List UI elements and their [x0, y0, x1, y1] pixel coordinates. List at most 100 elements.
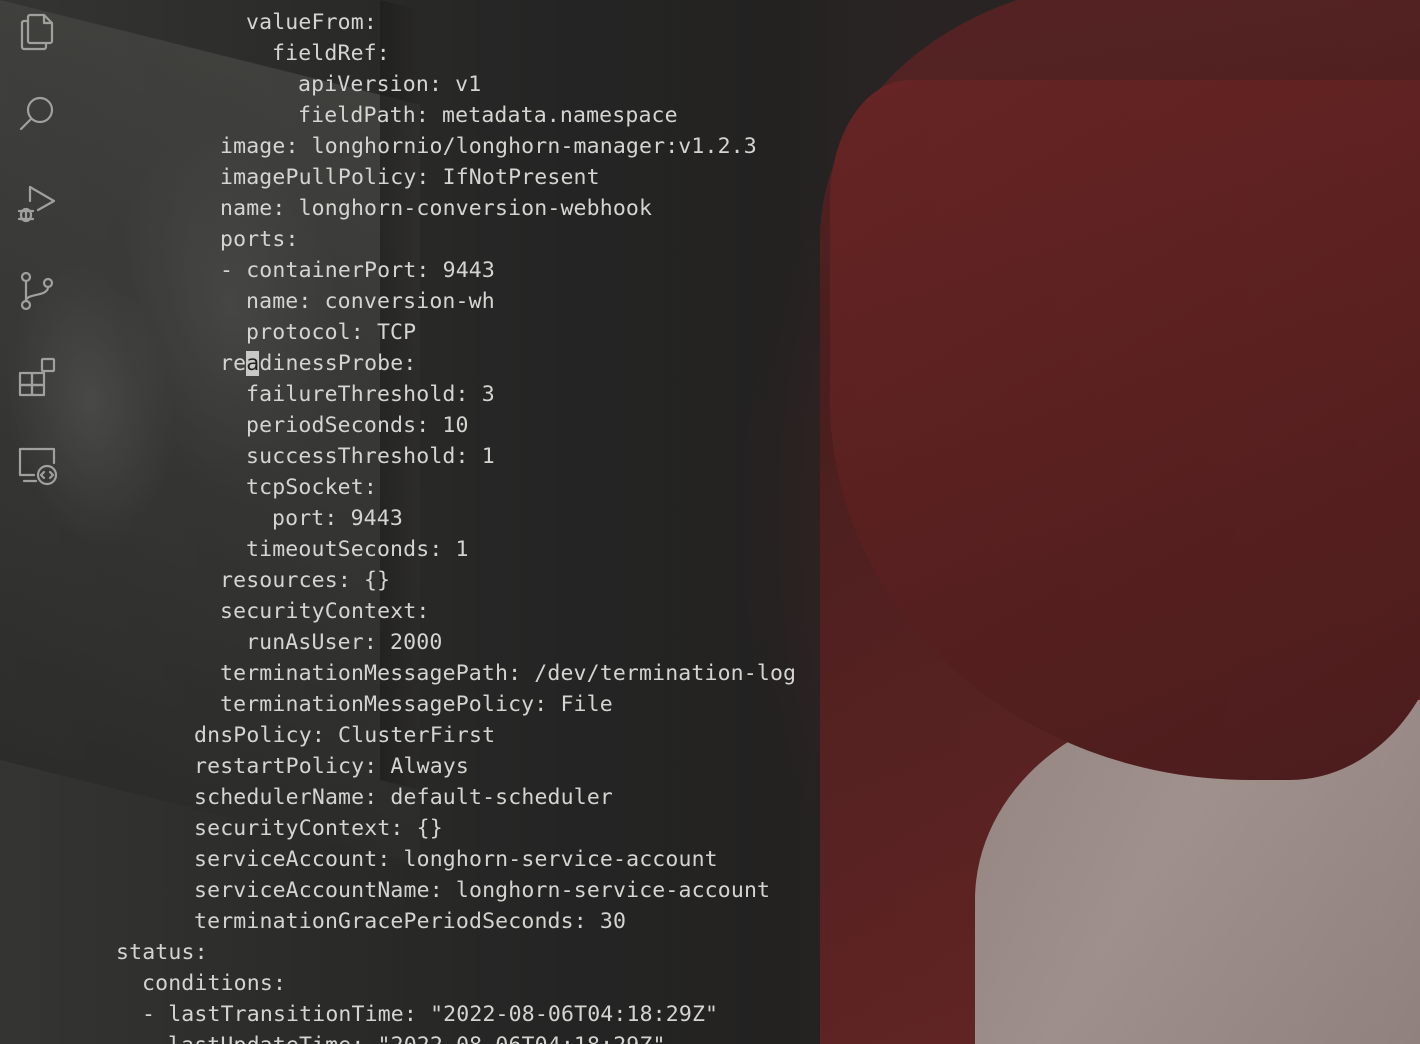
vscode-window: valueFrom: fieldRef: apiVersion: v1 fieldPa… — [0, 0, 1420, 1044]
code-line[interactable]: - lastTransitionTime: "2022-08-06T04:18:… — [142, 999, 718, 1030]
code-line[interactable]: runAsUser: 2000 — [246, 627, 442, 658]
yaml-value: ClusterFirst — [324, 723, 496, 748]
yaml-key: runAsUser: — [246, 630, 377, 655]
activity-search[interactable] — [0, 84, 74, 144]
yaml-key-part: dinessProbe: — [259, 351, 417, 376]
code-line[interactable]: restartPolicy: Always — [194, 751, 469, 782]
yaml-key: ports: — [220, 227, 299, 252]
yaml-value: metadata.namespace — [428, 103, 678, 128]
code-line[interactable]: port: 9443 — [272, 503, 403, 534]
code-line[interactable]: terminationMessagePolicy: File — [220, 689, 613, 720]
code-line[interactable]: terminationMessagePath: /dev/termination… — [220, 658, 796, 689]
yaml-value: IfNotPresent — [429, 165, 600, 190]
yaml-value: longhornio/longhorn-manager:v1.2.3 — [298, 134, 757, 159]
yaml-value: "2022-08-06T04:18:29Z" — [416, 1002, 719, 1027]
code-line[interactable]: periodSeconds: 10 — [246, 410, 469, 441]
activity-source-control[interactable] — [0, 260, 74, 320]
yaml-value: longhorn-service-account — [390, 847, 718, 872]
yaml-key: apiVersion: — [298, 72, 443, 97]
code-line[interactable]: name: conversion-wh — [246, 286, 495, 317]
yaml-key: restartPolicy: — [194, 754, 378, 779]
yaml-key: schedulerName: — [194, 785, 378, 810]
yaml-key: terminationMessagePolicy: — [220, 692, 548, 717]
code-line[interactable]: securityContext: {} — [194, 813, 443, 844]
code-line[interactable]: serviceAccount: longhorn-service-account — [194, 844, 718, 875]
activity-remote-explorer[interactable] — [0, 434, 74, 494]
yaml-value: default-scheduler — [377, 785, 614, 810]
yaml-key: terminationMessagePath: — [220, 661, 522, 686]
code-line[interactable]: dnsPolicy: ClusterFirst — [194, 720, 495, 751]
code-line[interactable]: schedulerName: default-scheduler — [194, 782, 613, 813]
yaml-value: TCP — [363, 320, 417, 345]
code-line[interactable]: imagePullPolicy: IfNotPresent — [220, 162, 600, 193]
text-cursor: a — [246, 351, 260, 376]
activity-explorer[interactable] — [0, 0, 74, 60]
code-line[interactable]: timeoutSeconds: 1 — [246, 534, 469, 565]
yaml-key: port: — [272, 506, 338, 531]
yaml-key: serviceAccount: — [194, 847, 391, 872]
yaml-value: {} — [350, 568, 391, 593]
remote-explorer-icon — [18, 447, 58, 486]
yaml-key: securityContext: — [194, 816, 404, 841]
yaml-key: fieldRef: — [272, 41, 390, 66]
yaml-value: 1 — [468, 444, 495, 469]
code-line[interactable]: serviceAccountName: longhorn-service-acc… — [194, 875, 770, 906]
activity-extensions[interactable] — [0, 346, 74, 406]
code-line[interactable]: - containerPort: 9443 — [220, 255, 495, 286]
yaml-value: 30 — [586, 909, 627, 934]
search-icon — [19, 96, 54, 131]
yaml-key: terminationGracePeriodSeconds: — [194, 909, 587, 934]
yaml-value: 3 — [468, 382, 495, 407]
yaml-value: 10 — [429, 413, 469, 438]
yaml-value: 9443 — [337, 506, 403, 531]
yaml-key: periodSeconds: — [246, 413, 430, 438]
yaml-key-part: re — [220, 351, 247, 376]
yaml-value: 1 — [442, 537, 469, 562]
code-line[interactable]: valueFrom: — [246, 7, 377, 38]
yaml-key: serviceAccountName: — [194, 878, 443, 903]
yaml-value: /dev/termination-log — [521, 661, 797, 686]
yaml-key: - containerPort: — [220, 258, 430, 283]
yaml-value: 2000 — [376, 630, 443, 655]
yaml-key: fieldPath: — [298, 103, 429, 128]
yaml-key: name: — [220, 196, 286, 221]
yaml-key: imagePullPolicy: — [220, 165, 430, 190]
code-line[interactable]: apiVersion: v1 — [298, 69, 481, 100]
code-line[interactable]: tcpSocket: — [246, 472, 377, 503]
code-line[interactable]: ports: — [220, 224, 299, 255]
yaml-value: 9443 — [429, 258, 495, 283]
code-line[interactable]: protocol: TCP — [246, 317, 416, 348]
yaml-key: timeoutSeconds: — [246, 537, 443, 562]
yaml-value: v1 — [442, 72, 482, 97]
code-line[interactable]: successThreshold: 1 — [246, 441, 495, 472]
code-line[interactable]: name: longhorn-conversion-webhook — [220, 193, 652, 224]
yaml-key: readinessProbe: — [220, 351, 416, 376]
yaml-key: valueFrom: — [246, 10, 377, 35]
code-line[interactable]: conditions: — [142, 968, 286, 999]
code-line[interactable]: fieldPath: metadata.namespace — [298, 100, 678, 131]
yaml-key: name: — [246, 289, 312, 314]
yaml-value: longhorn-conversion-webhook — [285, 196, 653, 221]
code-line[interactable]: status: — [116, 937, 208, 968]
code-line[interactable]: fieldRef: — [272, 38, 390, 69]
editor-text-area[interactable]: valueFrom: fieldRef: apiVersion: v1 fieldPa… — [90, 0, 1420, 1044]
yaml-value: "2022-08-06T04:18:29Z" — [364, 1033, 666, 1044]
yaml-key: securityContext: — [220, 599, 430, 624]
yaml-key: tcpSocket: — [246, 475, 377, 500]
activity-run-debug[interactable] — [0, 172, 74, 232]
yaml-key: dnsPolicy: — [194, 723, 325, 748]
code-line[interactable]: securityContext: — [220, 596, 430, 627]
activity-bar — [0, 0, 74, 1044]
yaml-key: successThreshold: — [246, 444, 469, 469]
code-line[interactable]: failureThreshold: 3 — [246, 379, 495, 410]
code-line[interactable]: image: longhornio/longhorn-manager:v1.2.… — [220, 131, 757, 162]
yaml-value: {} — [403, 816, 443, 841]
code-line[interactable]: readinessProbe: — [220, 348, 416, 379]
code-line[interactable]: lastUpdateTime: "2022-08-06T04:18:29Z" — [168, 1030, 666, 1044]
extensions-icon — [18, 357, 56, 397]
code-line[interactable]: terminationGracePeriodSeconds: 30 — [194, 906, 626, 937]
yaml-key: resources: — [220, 568, 351, 593]
yaml-key: image: — [220, 134, 299, 159]
code-line[interactable]: resources: {} — [220, 565, 390, 596]
yaml-value: Always — [377, 754, 469, 779]
